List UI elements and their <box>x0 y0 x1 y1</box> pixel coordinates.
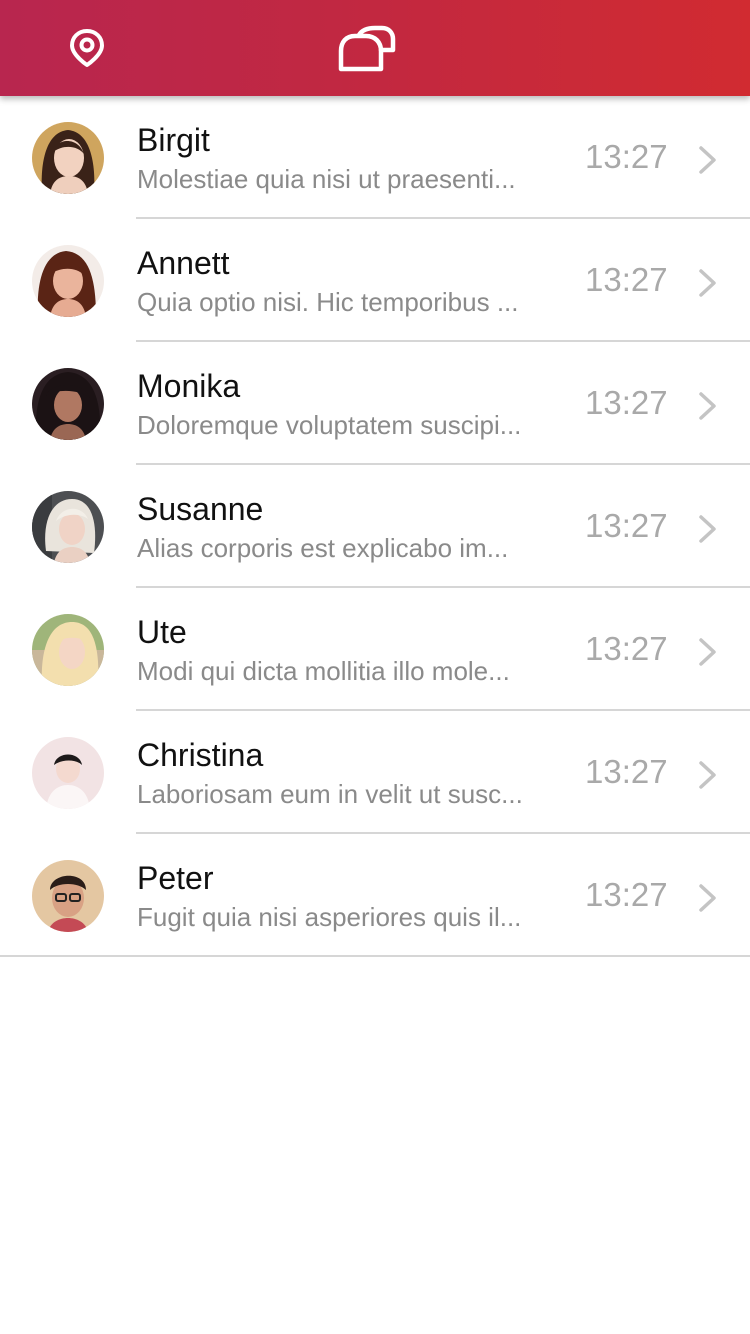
contact-name: Susanne <box>137 491 264 527</box>
avatar <box>32 368 104 440</box>
conversation-item[interactable]: Christina Laboriosam eum in velit ut sus… <box>0 711 750 834</box>
avatar <box>32 245 104 317</box>
contact-name: Christina <box>137 737 264 773</box>
location-button[interactable] <box>60 22 114 74</box>
contact-name: Ute <box>137 614 187 650</box>
avatar <box>32 491 104 563</box>
avatar <box>32 860 104 932</box>
conversation-item[interactable]: Peter Fugit quia nisi asperiores quis il… <box>0 834 750 957</box>
chevron-right-icon <box>699 392 716 420</box>
message-preview: Molestiae quia nisi ut praesenti... <box>137 164 516 194</box>
map-pin-icon <box>70 29 104 67</box>
conversation-list: Birgit Molestiae quia nisi ut praesenti.… <box>0 96 750 957</box>
chevron-right-icon <box>699 515 716 543</box>
conversation-item[interactable]: Ute Modi qui dicta mollitia illo mole...… <box>0 588 750 711</box>
message-preview: Quia optio nisi. Hic temporibus ... <box>137 287 519 317</box>
top-app-bar <box>0 0 750 96</box>
message-time: 13:27 <box>585 876 668 913</box>
conversation-item[interactable]: Monika Doloremque voluptatem suscipi... … <box>0 342 750 465</box>
message-time: 13:27 <box>585 261 668 298</box>
message-time: 13:27 <box>585 138 668 175</box>
message-preview: Laboriosam eum in velit ut susc... <box>137 779 523 809</box>
conversation-item[interactable]: Birgit Molestiae quia nisi ut praesenti.… <box>0 96 750 219</box>
chevron-right-icon <box>699 761 716 789</box>
chat-bubbles-icon <box>338 25 396 72</box>
chevron-right-icon <box>699 269 716 297</box>
chevron-right-icon <box>699 146 716 174</box>
avatar <box>32 737 104 809</box>
contact-name: Monika <box>137 368 241 404</box>
message-time: 13:27 <box>585 507 668 544</box>
message-time: 13:27 <box>585 753 668 790</box>
messages-button[interactable] <box>330 20 404 78</box>
chevron-right-icon <box>699 884 716 912</box>
contact-name: Birgit <box>137 122 210 158</box>
message-time: 13:27 <box>585 384 668 421</box>
contact-name: Peter <box>137 860 214 896</box>
message-preview: Fugit quia nisi asperiores quis il... <box>137 902 522 932</box>
message-preview: Modi qui dicta mollitia illo mole... <box>137 656 510 686</box>
message-preview: Alias corporis est explicabo im... <box>137 533 509 563</box>
conversation-item[interactable]: Susanne Alias corporis est explicabo im.… <box>0 465 750 588</box>
conversation-item[interactable]: Annett Quia optio nisi. Hic temporibus .… <box>0 219 750 342</box>
avatar <box>32 122 104 194</box>
message-time: 13:27 <box>585 630 668 667</box>
message-preview: Doloremque voluptatem suscipi... <box>137 410 522 440</box>
avatar <box>32 614 104 686</box>
contact-name: Annett <box>137 245 230 281</box>
chevron-right-icon <box>699 638 716 666</box>
